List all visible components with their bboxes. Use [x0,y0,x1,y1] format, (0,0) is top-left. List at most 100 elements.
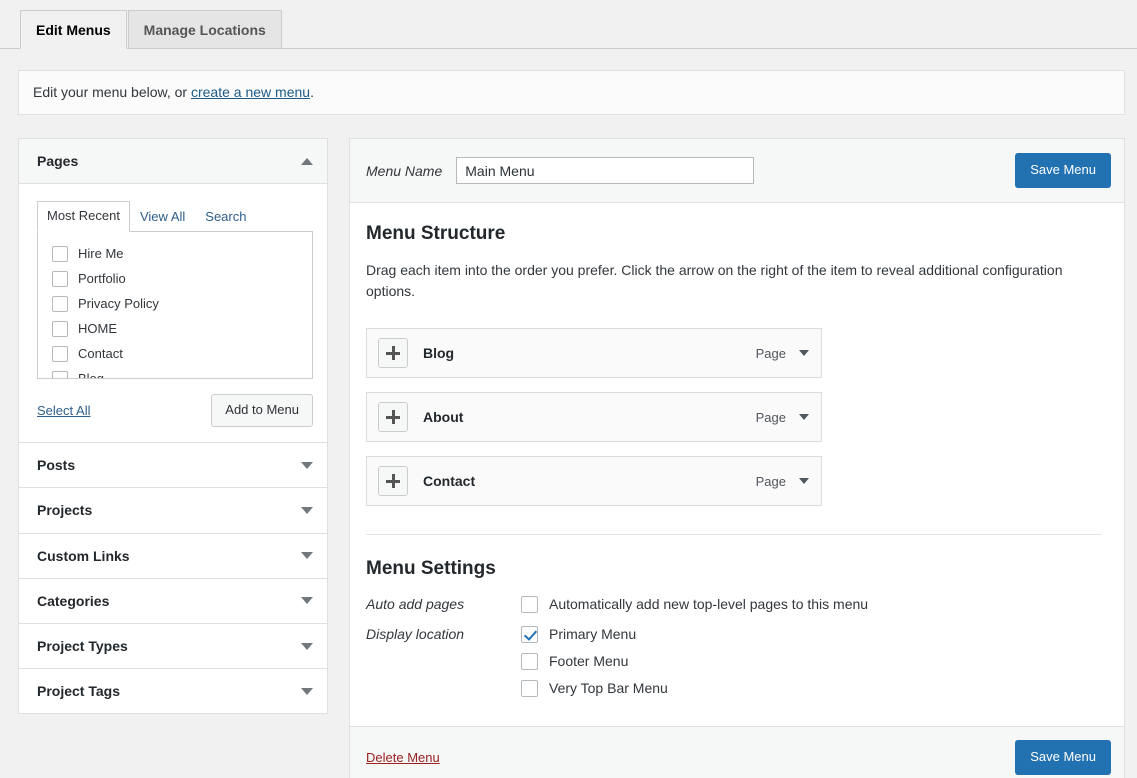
checkbox-blog[interactable] [52,371,68,380]
plus-icon[interactable] [378,402,408,432]
panel-project-types-title: Project Types [37,637,128,655]
caret-up-icon[interactable] [301,158,313,165]
plus-icon[interactable] [378,466,408,496]
caret-down-icon[interactable] [799,350,809,356]
list-item-label: HOME [78,319,117,338]
menu-item-title: Blog [423,345,756,361]
panel-custom-links: Custom Links [18,533,328,579]
page-columns: Pages Most Recent View All Search [0,115,1137,778]
checkbox-portfolio[interactable] [52,271,68,287]
panel-projects-header[interactable]: Projects [19,488,327,532]
caret-down-icon[interactable] [301,643,313,650]
list-item[interactable]: HOME [52,316,302,341]
menu-name-label: Menu Name [366,163,442,179]
panel-posts-title: Posts [37,456,75,474]
pages-tab-search-label: Search [205,209,246,224]
list-item-label: Contact [78,344,123,363]
panel-pages-header[interactable]: Pages [19,139,327,184]
list-item[interactable]: Contact [52,341,302,366]
pages-tab-view-all[interactable]: View All [130,202,195,232]
checkbox-auto-add-pages[interactable] [521,596,538,613]
menu-structure-body: Menu Structure Drag each item into the o… [350,203,1124,698]
panel-posts: Posts [18,442,328,488]
checkbox-primary-menu[interactable] [521,626,538,643]
checkbox-footer-menu[interactable] [521,653,538,670]
menu-structure-title: Menu Structure [366,222,1102,247]
pages-tab-most-recent[interactable]: Most Recent [37,201,130,232]
menu-item-row[interactable]: About Page [366,392,822,442]
list-item[interactable]: Privacy Policy [52,291,302,316]
tab-manage-locations[interactable]: Manage Locations [128,10,282,49]
save-menu-button-bottom[interactable]: Save Menu [1015,740,1111,775]
panel-custom-links-header[interactable]: Custom Links [19,534,327,578]
pages-tab-strip: Most Recent View All Search [37,201,313,231]
checkbox-privacy-policy[interactable] [52,296,68,312]
menu-item-type: Page [756,410,786,425]
checkbox-hire-me[interactable] [52,246,68,262]
settings-divider [366,534,1102,535]
pages-tab-search[interactable]: Search [195,202,256,232]
panel-project-types-header[interactable]: Project Types [19,624,327,668]
pages-tab-view-all-label: View All [140,209,185,224]
display-location-row: Display location Primary Menu Footer Men… [366,625,1102,698]
select-all-link[interactable]: Select All [37,403,90,418]
create-new-menu-link[interactable]: create a new menu [191,84,310,100]
menu-actions-footer: Delete Menu Save Menu [350,726,1124,778]
menu-name-input[interactable] [456,157,754,184]
pages-list-actions: Select All Add to Menu [37,394,313,427]
panel-categories-header[interactable]: Categories [19,579,327,623]
display-location-option-label: Footer Menu [549,652,628,671]
caret-down-icon[interactable] [301,552,313,559]
list-item-label: Blog [78,369,104,379]
checkbox-contact[interactable] [52,346,68,362]
auto-add-pages-row: Auto add pages Automatically add new top… [366,595,1102,614]
caret-down-icon[interactable] [799,478,809,484]
menu-name-bar: Menu Name Save Menu [350,139,1124,203]
display-location-option-label: Very Top Bar Menu [549,679,668,698]
checkbox-home[interactable] [52,321,68,337]
caret-down-icon[interactable] [301,688,313,695]
menu-name-group: Menu Name [366,157,754,184]
list-item[interactable]: Portfolio [52,266,302,291]
menu-management-pane: Menu Name Save Menu Menu Structure Drag … [349,138,1125,778]
list-item-label: Hire Me [78,244,124,263]
menu-item-row[interactable]: Blog Page [366,328,822,378]
caret-down-icon[interactable] [301,507,313,514]
add-to-menu-button[interactable]: Add to Menu [211,394,313,427]
delete-menu-link[interactable]: Delete Menu [366,750,440,765]
menu-item-title: Contact [423,473,756,489]
panel-pages-body: Most Recent View All Search Hire Me [19,184,327,442]
list-item[interactable]: Hire Me [52,241,302,266]
tab-edit-menus[interactable]: Edit Menus [20,10,127,49]
panel-project-tags-title: Project Tags [37,682,120,700]
checkbox-very-top-bar-menu[interactable] [521,680,538,697]
auto-add-pages-option[interactable]: Automatically add new top-level pages to… [521,595,1102,614]
list-item[interactable]: Blog [52,366,302,379]
menu-item-list: Blog Page About Page Contact Page [366,328,1102,506]
display-location-option[interactable]: Footer Menu [521,652,1102,671]
auto-add-pages-options: Automatically add new top-level pages to… [521,595,1102,614]
panel-project-tags: Project Tags [18,668,328,714]
notice-text-before: Edit your menu below, or [33,84,191,100]
menu-item-row[interactable]: Contact Page [366,456,822,506]
pages-tab-most-recent-label: Most Recent [47,208,120,223]
panel-pages: Pages Most Recent View All Search [18,138,328,443]
caret-down-icon[interactable] [301,462,313,469]
panel-project-tags-header[interactable]: Project Tags [19,669,327,713]
auto-add-pages-option-label: Automatically add new top-level pages to… [549,595,868,614]
caret-down-icon[interactable] [301,597,313,604]
auto-add-pages-label: Auto add pages [366,595,521,612]
panel-posts-header[interactable]: Posts [19,443,327,487]
panel-pages-title: Pages [37,152,78,170]
panel-categories-title: Categories [37,592,109,610]
plus-icon[interactable] [378,338,408,368]
list-item-label: Portfolio [78,269,126,288]
panel-projects: Projects [18,487,328,533]
pages-checklist[interactable]: Hire Me Portfolio Privacy Policy HOME [37,231,313,379]
save-menu-button-top[interactable]: Save Menu [1015,153,1111,188]
notice-text-after: . [310,84,314,100]
display-location-options: Primary Menu Footer Menu Very Top Bar Me… [521,625,1102,698]
display-location-option[interactable]: Very Top Bar Menu [521,679,1102,698]
display-location-option[interactable]: Primary Menu [521,625,1102,644]
caret-down-icon[interactable] [799,414,809,420]
